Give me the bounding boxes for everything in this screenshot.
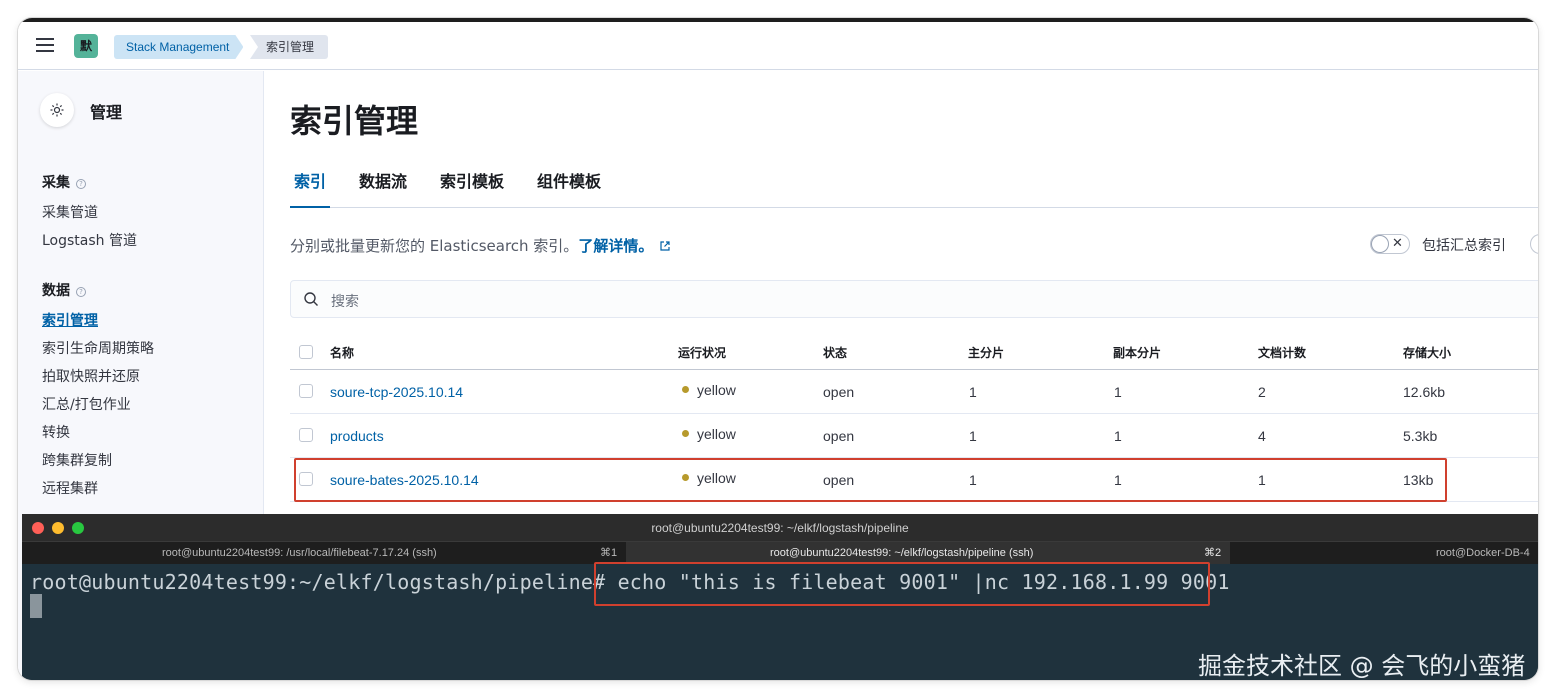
column-header-storage-size[interactable]: 存储大小 — [1403, 344, 1451, 361]
docs-count-cell: 4 — [1258, 428, 1266, 444]
replica-cell: 1 — [1114, 428, 1122, 444]
space-avatar[interactable]: 默 — [74, 34, 98, 58]
sidebar-item-remote-clusters[interactable]: 远程集群 — [42, 478, 98, 498]
primary-cell: 1 — [969, 428, 977, 444]
replica-cell: 1 — [1114, 384, 1122, 400]
column-header-docs-count[interactable]: 文档计数 — [1258, 344, 1306, 361]
breadcrumb-index-management: 索引管理 — [250, 35, 329, 59]
hamburger-menu-icon[interactable] — [36, 38, 54, 52]
primary-cell: 1 — [969, 384, 977, 400]
terminal-tab-3[interactable]: root@Docker-DB-4 — [1230, 542, 1538, 564]
search-icon — [303, 291, 319, 311]
column-header-name[interactable]: 名称 — [330, 344, 354, 361]
include-rollup-label: 包括汇总索引 — [1422, 238, 1506, 254]
terminal-tab-2[interactable]: root@ubuntu2204test99: ~/elkf/logstash/p… — [626, 542, 1230, 564]
include-rollup-toggle[interactable]: ✕ — [1370, 234, 1410, 254]
help-icon[interactable]: ? — [76, 179, 86, 189]
sidebar-item-ingest-pipelines[interactable]: 采集管道 — [42, 202, 98, 222]
toggle-knob — [1372, 236, 1388, 252]
sidebar-group-ingest: 采集? — [42, 172, 86, 192]
sidebar-item-snapshot-restore[interactable]: 拍取快照并还原 — [42, 366, 140, 386]
terminal-cursor — [30, 594, 42, 618]
screenshot-frame: 默 Stack Management 索引管理 管理 采集? 采集管道 Logs… — [18, 18, 1538, 680]
help-icon[interactable]: ? — [76, 287, 86, 297]
terminal-tab-1[interactable]: root@ubuntu2204test99: /usr/local/filebe… — [22, 542, 626, 564]
sidebar-title: 管理 — [90, 103, 123, 122]
row-checkbox[interactable] — [299, 428, 313, 442]
tab-bar: 索引 数据流 索引模板 组件模板 — [290, 168, 1538, 208]
tab-component-templates[interactable]: 组件模板 — [537, 168, 601, 208]
column-header-replicas[interactable]: 副本分片 — [1113, 344, 1161, 361]
external-link-icon[interactable] — [659, 238, 671, 256]
close-icon: ✕ — [1392, 236, 1403, 251]
learn-more-link[interactable]: 了解详情。 — [578, 237, 653, 255]
sidebar-group-data: 数据? — [42, 280, 86, 300]
status-cell: open — [823, 384, 855, 400]
sidebar-item-ilm-policies[interactable]: 索引生命周期策略 — [42, 338, 154, 358]
watermark: 掘金技术社区 @ 会飞的小蛮猪 — [1198, 652, 1526, 680]
storage-size-cell: 5.3kb — [1403, 428, 1438, 444]
terminal-tab-bar: root@ubuntu2204test99: /usr/local/filebe… — [22, 542, 1538, 564]
table-row: products yellow open 1 1 4 5.3kb — [290, 414, 1538, 458]
table-row: soure-tcp-2025.10.14 yellow open 1 1 2 1… — [290, 370, 1538, 414]
table-header: 名称 运行状况 状态 主分片 副本分片 文档计数 存储大小 — [290, 336, 1538, 370]
storage-size-cell: 12.6kb — [1403, 384, 1446, 400]
terminal-title: root@ubuntu2204test99: ~/elkf/logstash/p… — [651, 521, 909, 535]
tab-index-templates[interactable]: 索引模板 — [440, 168, 504, 208]
select-all-checkbox[interactable] — [299, 345, 313, 359]
column-header-health[interactable]: 运行状况 — [678, 344, 726, 361]
terminal-titlebar: root@ubuntu2204test99: ~/elkf/logstash/p… — [22, 514, 1538, 542]
sidebar-item-ccr[interactable]: 跨集群复制 — [42, 450, 112, 470]
health-cell: yellow — [682, 426, 736, 442]
second-toggle[interactable] — [1530, 234, 1538, 254]
sidebar-item-logstash-pipelines[interactable]: Logstash 管道 — [42, 230, 137, 250]
health-dot — [682, 386, 689, 393]
gear-icon — [40, 93, 74, 127]
kibana-header: 默 Stack Management 索引管理 — [18, 22, 1538, 70]
index-name-link[interactable]: products — [330, 428, 384, 444]
command-highlight-annotation — [594, 562, 1210, 606]
index-name-link[interactable]: soure-tcp-2025.10.14 — [330, 384, 463, 400]
tab-indices[interactable]: 索引 — [290, 168, 331, 208]
row-highlight-annotation — [294, 458, 1447, 502]
search-placeholder: 搜索 — [331, 294, 359, 310]
search-bar[interactable]: 搜索 — [290, 280, 1538, 318]
column-header-primaries[interactable]: 主分片 — [968, 344, 1004, 361]
status-cell: open — [823, 428, 855, 444]
docs-count-cell: 2 — [1258, 384, 1266, 400]
tab-data-streams[interactable]: 数据流 — [359, 168, 407, 208]
sidebar-item-rollup-jobs[interactable]: 汇总/打包作业 — [42, 394, 131, 414]
row-checkbox[interactable] — [299, 384, 313, 398]
sidebar-item-transforms[interactable]: 转换 — [42, 422, 70, 442]
terminal-prompt: root@ubuntu2204test99:~/elkf/logstash/pi… — [30, 570, 606, 594]
health-cell: yellow — [682, 382, 736, 398]
sidebar-item-index-management[interactable]: 索引管理 — [42, 310, 98, 330]
health-dot — [682, 430, 689, 437]
breadcrumb-stack-management[interactable]: Stack Management — [114, 35, 243, 59]
column-header-status[interactable]: 状态 — [823, 344, 847, 361]
page-title: 索引管理 — [290, 102, 419, 140]
page-description: 分别或批量更新您的 Elasticsearch 索引。了解详情。 — [290, 235, 671, 256]
